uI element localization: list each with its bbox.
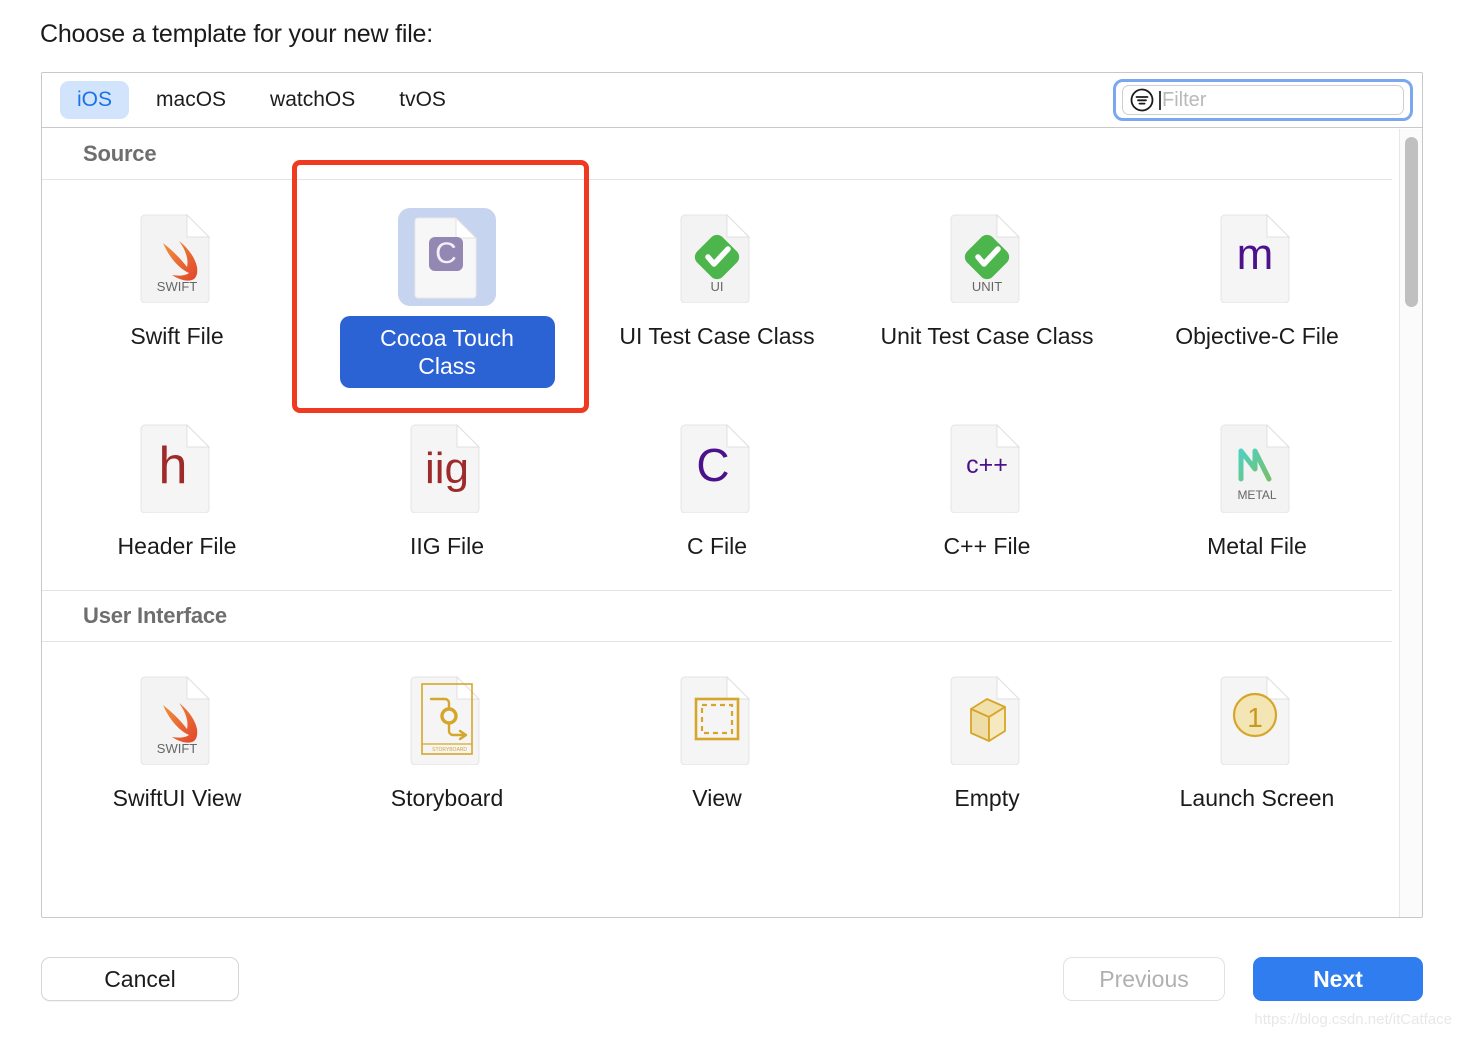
template-item-label: Launch Screen bbox=[1179, 785, 1335, 812]
vertical-scrollbar-thumb[interactable] bbox=[1405, 137, 1418, 307]
icon-slot: C bbox=[668, 418, 766, 516]
template-item-label: Unit Test Case Class bbox=[880, 323, 1094, 349]
tab-watchos[interactable]: watchOS bbox=[253, 81, 372, 119]
template-item-label: Storyboard bbox=[390, 785, 504, 812]
ui-test-case-icon: UI bbox=[680, 213, 751, 303]
cpp-file-icon: c++ bbox=[950, 423, 1021, 514]
template-item-label: Header File bbox=[117, 533, 237, 560]
template-item-metal-file[interactable]: METAL Metal File bbox=[1122, 406, 1392, 578]
section-title: Source bbox=[83, 140, 157, 166]
template-item-cocoa-touch-class[interactable]: C Cocoa Touch Class bbox=[312, 196, 582, 406]
iig-file-icon: iig bbox=[410, 423, 481, 514]
template-item-swift-file[interactable]: SWIFT Swift File bbox=[42, 196, 312, 406]
vertical-scrollbar-track[interactable] bbox=[1399, 129, 1422, 917]
template-item-label: Objective-C File bbox=[1175, 323, 1339, 349]
platform-tab-bar: iOS macOS watchOS tvOS Filter bbox=[42, 73, 1422, 128]
template-item-iig-file[interactable]: iig IIG File bbox=[312, 406, 582, 578]
cancel-button[interactable]: Cancel bbox=[41, 957, 239, 1001]
template-item-empty[interactable]: Empty bbox=[852, 658, 1122, 830]
header-file-icon: h bbox=[140, 423, 211, 514]
icon-slot: UI bbox=[668, 208, 766, 306]
storyboard-icon: STORYBOARD bbox=[410, 675, 481, 766]
svg-text:h: h bbox=[159, 437, 188, 495]
tab-tvos[interactable]: tvOS bbox=[382, 81, 463, 119]
template-item-label: UI Test Case Class bbox=[619, 323, 815, 349]
empty-icon bbox=[950, 675, 1021, 766]
swift-file-icon: SWIFT bbox=[140, 213, 211, 303]
icon-slot: 1 bbox=[1208, 670, 1306, 768]
template-item-storyboard[interactable]: STORYBOARD Storyboard bbox=[312, 658, 582, 830]
template-browser-panel: iOS macOS watchOS tvOS Filter Source SWI… bbox=[41, 72, 1423, 918]
template-item-label: Empty bbox=[954, 785, 1020, 812]
template-item-label: IIG File bbox=[409, 533, 485, 560]
svg-text:SWIFT: SWIFT bbox=[157, 279, 197, 294]
template-item-label: Metal File bbox=[1207, 533, 1307, 560]
icon-slot: m bbox=[1208, 208, 1306, 306]
icon-slot bbox=[668, 670, 766, 768]
template-item-label: C++ File bbox=[943, 533, 1031, 560]
icon-slot: STORYBOARD bbox=[398, 670, 496, 768]
template-item-objective-c-file[interactable]: m Objective-C File bbox=[1122, 196, 1392, 406]
section-header-source: Source bbox=[42, 128, 1392, 180]
icon-slot: SWIFT bbox=[128, 208, 226, 306]
template-item-label: C File bbox=[686, 533, 748, 560]
objective-c-file-icon: m bbox=[1220, 213, 1291, 303]
template-item-label: View bbox=[692, 785, 742, 812]
svg-text:1: 1 bbox=[1247, 702, 1263, 733]
svg-text:C: C bbox=[435, 237, 457, 270]
template-item-c-file[interactable]: C C File bbox=[582, 406, 852, 578]
template-item-label: Cocoa Touch Class bbox=[339, 316, 555, 389]
svg-text:C: C bbox=[696, 439, 729, 491]
template-item-launch-screen[interactable]: 1 Launch Screen bbox=[1122, 658, 1392, 830]
c-file-icon: C bbox=[680, 423, 751, 514]
icon-slot: METAL bbox=[1208, 418, 1306, 516]
new-file-template-dialog: Choose a template for your new file: iOS… bbox=[0, 0, 1460, 1040]
template-item-ui-test-case-class[interactable]: UI UI Test Case Class bbox=[582, 196, 852, 406]
template-item-unit-test-case-class[interactable]: UNIT Unit Test Case Class bbox=[852, 196, 1122, 406]
icon-slot: c++ bbox=[938, 418, 1036, 516]
svg-text:m: m bbox=[1237, 230, 1274, 279]
icon-slot: UNIT bbox=[938, 208, 1036, 306]
template-list-scroll-area[interactable]: Source SWIFT Swift File C Cocoa Touch Cl… bbox=[42, 128, 1422, 917]
svg-text:UI: UI bbox=[711, 279, 724, 294]
icon-slot: SWIFT bbox=[128, 670, 226, 768]
icon-slot-selected: C bbox=[398, 208, 496, 306]
svg-text:c++: c++ bbox=[966, 451, 1008, 479]
filter-lines-circle-icon bbox=[1130, 88, 1154, 112]
launch-screen-icon: 1 bbox=[1220, 675, 1291, 766]
tab-macos[interactable]: macOS bbox=[139, 81, 243, 119]
unit-test-case-icon: UNIT bbox=[950, 213, 1021, 303]
filter-placeholder: Filter bbox=[1162, 89, 1207, 111]
metal-file-icon: METAL bbox=[1220, 423, 1291, 514]
template-item-label: Swift File bbox=[130, 323, 224, 349]
template-item-view[interactable]: View bbox=[582, 658, 852, 830]
next-button[interactable]: Next bbox=[1253, 957, 1423, 1001]
template-item-swiftui-view[interactable]: SWIFT SwiftUI View bbox=[42, 658, 312, 830]
template-item-label: SwiftUI View bbox=[112, 785, 242, 812]
template-item-cpp-file[interactable]: c++ C++ File bbox=[852, 406, 1122, 578]
svg-text:SWIFT: SWIFT bbox=[157, 741, 197, 756]
cocoa-touch-class-icon: C bbox=[414, 216, 478, 299]
watermark-text: https://blog.csdn.net/itCatface bbox=[1254, 1011, 1452, 1028]
filter-field-focus-ring: Filter bbox=[1113, 79, 1413, 121]
svg-text:iig: iig bbox=[425, 444, 469, 493]
view-icon bbox=[680, 675, 751, 766]
swiftui-view-icon: SWIFT bbox=[140, 675, 211, 766]
section-grid-user-interface: SWIFT SwiftUI View STORYBOARD Storyboard… bbox=[42, 642, 1392, 842]
section-grid-source: SWIFT Swift File C Cocoa Touch Class UI … bbox=[42, 180, 1392, 590]
svg-text:UNIT: UNIT bbox=[972, 279, 1002, 294]
page-title: Choose a template for your new file: bbox=[40, 20, 434, 48]
svg-text:STORYBOARD: STORYBOARD bbox=[432, 747, 467, 753]
template-item-header-file[interactable]: h Header File bbox=[42, 406, 312, 578]
filter-search-field[interactable]: Filter bbox=[1122, 85, 1404, 115]
section-title: User Interface bbox=[83, 603, 227, 629]
icon-slot bbox=[938, 670, 1036, 768]
tab-ios[interactable]: iOS bbox=[60, 81, 130, 119]
section-header-user-interface: User Interface bbox=[42, 590, 1392, 643]
svg-text:METAL: METAL bbox=[1237, 488, 1276, 502]
icon-slot: h bbox=[128, 418, 226, 516]
previous-button[interactable]: Previous bbox=[1063, 957, 1225, 1001]
text-cursor bbox=[1159, 90, 1161, 110]
icon-slot: iig bbox=[398, 418, 496, 516]
